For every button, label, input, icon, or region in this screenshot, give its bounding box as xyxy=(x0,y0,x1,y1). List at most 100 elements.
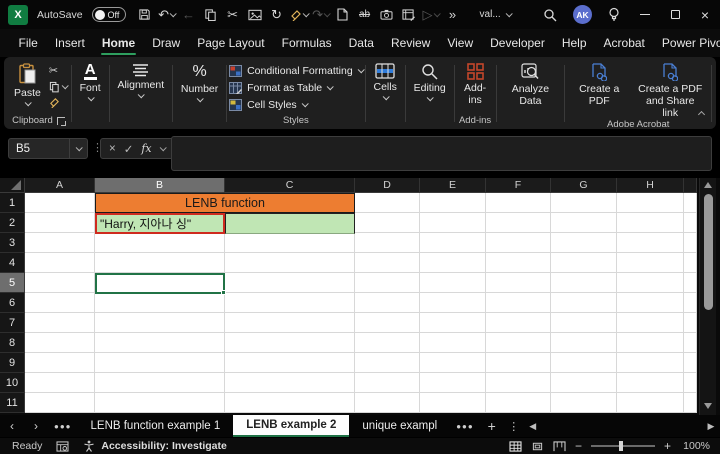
cell-x2[interactable] xyxy=(684,213,697,233)
cell-C4[interactable] xyxy=(225,253,355,273)
fill-handle[interactable] xyxy=(221,290,226,295)
tab-options-icon[interactable]: ⋮ xyxy=(504,415,524,437)
cell-x6[interactable] xyxy=(684,293,697,313)
accessibility-status[interactable]: Accessibility: Investigate xyxy=(101,440,226,452)
row-header-11[interactable]: 11 xyxy=(0,393,25,413)
sheet-tab-3[interactable]: unique exampl xyxy=(349,415,450,437)
cell-H9[interactable] xyxy=(617,353,684,373)
cell-H2[interactable] xyxy=(617,213,684,233)
cell-x9[interactable] xyxy=(684,353,697,373)
row-header-10[interactable]: 10 xyxy=(0,373,25,393)
cell-E10[interactable] xyxy=(420,373,486,393)
cell-G2[interactable] xyxy=(551,213,617,233)
cell-C3[interactable] xyxy=(225,233,355,253)
number-button[interactable]: % Number xyxy=(175,60,224,102)
cell-E9[interactable] xyxy=(420,353,486,373)
normal-view-icon[interactable] xyxy=(509,441,522,452)
fx-chevron-icon[interactable] xyxy=(159,144,166,151)
more-sheets-left-icon[interactable]: ●●● xyxy=(48,415,78,437)
horizontal-scrollbar[interactable] xyxy=(542,415,702,437)
vertical-scrollbar[interactable] xyxy=(699,178,716,415)
cell-F9[interactable] xyxy=(486,353,551,373)
tab-power-pivot[interactable]: Power Pivot xyxy=(653,29,720,57)
cell-A4[interactable] xyxy=(25,253,95,273)
merged-title-cell[interactable]: LENB function xyxy=(95,193,355,213)
cell-E1[interactable] xyxy=(420,193,486,213)
cell-x3[interactable] xyxy=(684,233,697,253)
format-painter-icon[interactable] xyxy=(289,4,309,26)
macro-record-icon[interactable] xyxy=(56,441,69,452)
tab-review[interactable]: Review xyxy=(382,29,438,57)
tab-page-layout[interactable]: Page Layout xyxy=(189,29,273,57)
cell-F4[interactable] xyxy=(486,253,551,273)
column-header-D[interactable]: D xyxy=(355,178,420,193)
cell-F5[interactable] xyxy=(486,273,551,293)
cell-H4[interactable] xyxy=(617,253,684,273)
tab-help[interactable]: Help xyxy=(553,29,595,57)
row-header-1[interactable]: 1 xyxy=(0,193,25,213)
cut-button[interactable]: ✂ xyxy=(49,64,67,77)
camera-icon[interactable] xyxy=(377,4,397,26)
cell-H6[interactable] xyxy=(617,293,684,313)
search-icon[interactable] xyxy=(543,8,557,22)
cell-D9[interactable] xyxy=(355,353,420,373)
cell-E4[interactable] xyxy=(420,253,486,273)
cell-C6[interactable] xyxy=(225,293,355,313)
analyze-data-button[interactable]: Analyze Data xyxy=(498,60,562,107)
enter-icon[interactable]: ✓ xyxy=(124,142,134,156)
create-pdf-button[interactable]: Create a PDF xyxy=(567,60,631,107)
name-box[interactable]: B5 xyxy=(8,138,88,159)
cell-B9[interactable] xyxy=(95,353,225,373)
format-painter-button[interactable] xyxy=(49,96,67,109)
paste-picture-icon[interactable] xyxy=(245,4,265,26)
cell-x5[interactable] xyxy=(684,273,697,293)
insert-function-icon[interactable]: fx xyxy=(141,142,151,155)
cell-F10[interactable] xyxy=(486,373,551,393)
copy-icon[interactable] xyxy=(201,4,221,26)
cell-E6[interactable] xyxy=(420,293,486,313)
cell-x8[interactable] xyxy=(684,333,697,353)
hscroll-right-icon[interactable]: ▶ xyxy=(702,415,720,437)
form-icon[interactable] xyxy=(399,4,419,26)
minimize-button[interactable] xyxy=(630,0,660,29)
row-header-7[interactable]: 7 xyxy=(0,313,25,333)
clipboard-dialog-launcher[interactable] xyxy=(57,117,65,125)
sheet-tab-1[interactable]: LENB function example 1 xyxy=(78,415,234,437)
row-header-8[interactable]: 8 xyxy=(0,333,25,353)
cell-E11[interactable] xyxy=(420,393,486,413)
more-sheets-right-icon[interactable]: ●●● xyxy=(450,415,480,437)
cell-G8[interactable] xyxy=(551,333,617,353)
cell-G5[interactable] xyxy=(551,273,617,293)
tab-view[interactable]: View xyxy=(439,29,482,57)
quote-cell-b2[interactable]: "Harry, 지아나 싱" xyxy=(95,213,225,234)
scroll-down-icon[interactable] xyxy=(704,403,712,409)
cell-A7[interactable] xyxy=(25,313,95,333)
vertical-scrollbar-thumb[interactable] xyxy=(704,194,713,310)
row-header-3[interactable]: 3 xyxy=(0,233,25,253)
font-button[interactable]: A Font xyxy=(74,60,107,101)
cell-G7[interactable] xyxy=(551,313,617,333)
zoom-in-button[interactable]: + xyxy=(664,439,671,453)
cell-F7[interactable] xyxy=(486,313,551,333)
cell-H10[interactable] xyxy=(617,373,684,393)
val-dropdown[interactable]: val... xyxy=(480,9,511,20)
cell-F11[interactable] xyxy=(486,393,551,413)
filled-cell-c2[interactable] xyxy=(225,213,355,234)
cell-B10[interactable] xyxy=(95,373,225,393)
zoom-out-button[interactable]: − xyxy=(575,439,582,453)
tab-developer[interactable]: Developer xyxy=(482,29,554,57)
sheet-tab-2-active[interactable]: LENB example 2 xyxy=(233,415,349,437)
cell-C11[interactable] xyxy=(225,393,355,413)
excel-logo[interactable]: X xyxy=(8,5,28,25)
cell-A5[interactable] xyxy=(25,273,95,293)
cell-D10[interactable] xyxy=(355,373,420,393)
cell-H3[interactable] xyxy=(617,233,684,253)
collapse-ribbon-icon[interactable] xyxy=(699,104,704,122)
cell-D4[interactable] xyxy=(355,253,420,273)
copy-button[interactable] xyxy=(49,80,67,93)
column-header-partial[interactable] xyxy=(684,178,697,193)
cell-x4[interactable] xyxy=(684,253,697,273)
cell-D3[interactable] xyxy=(355,233,420,253)
cell-A11[interactable] xyxy=(25,393,95,413)
cell-C10[interactable] xyxy=(225,373,355,393)
